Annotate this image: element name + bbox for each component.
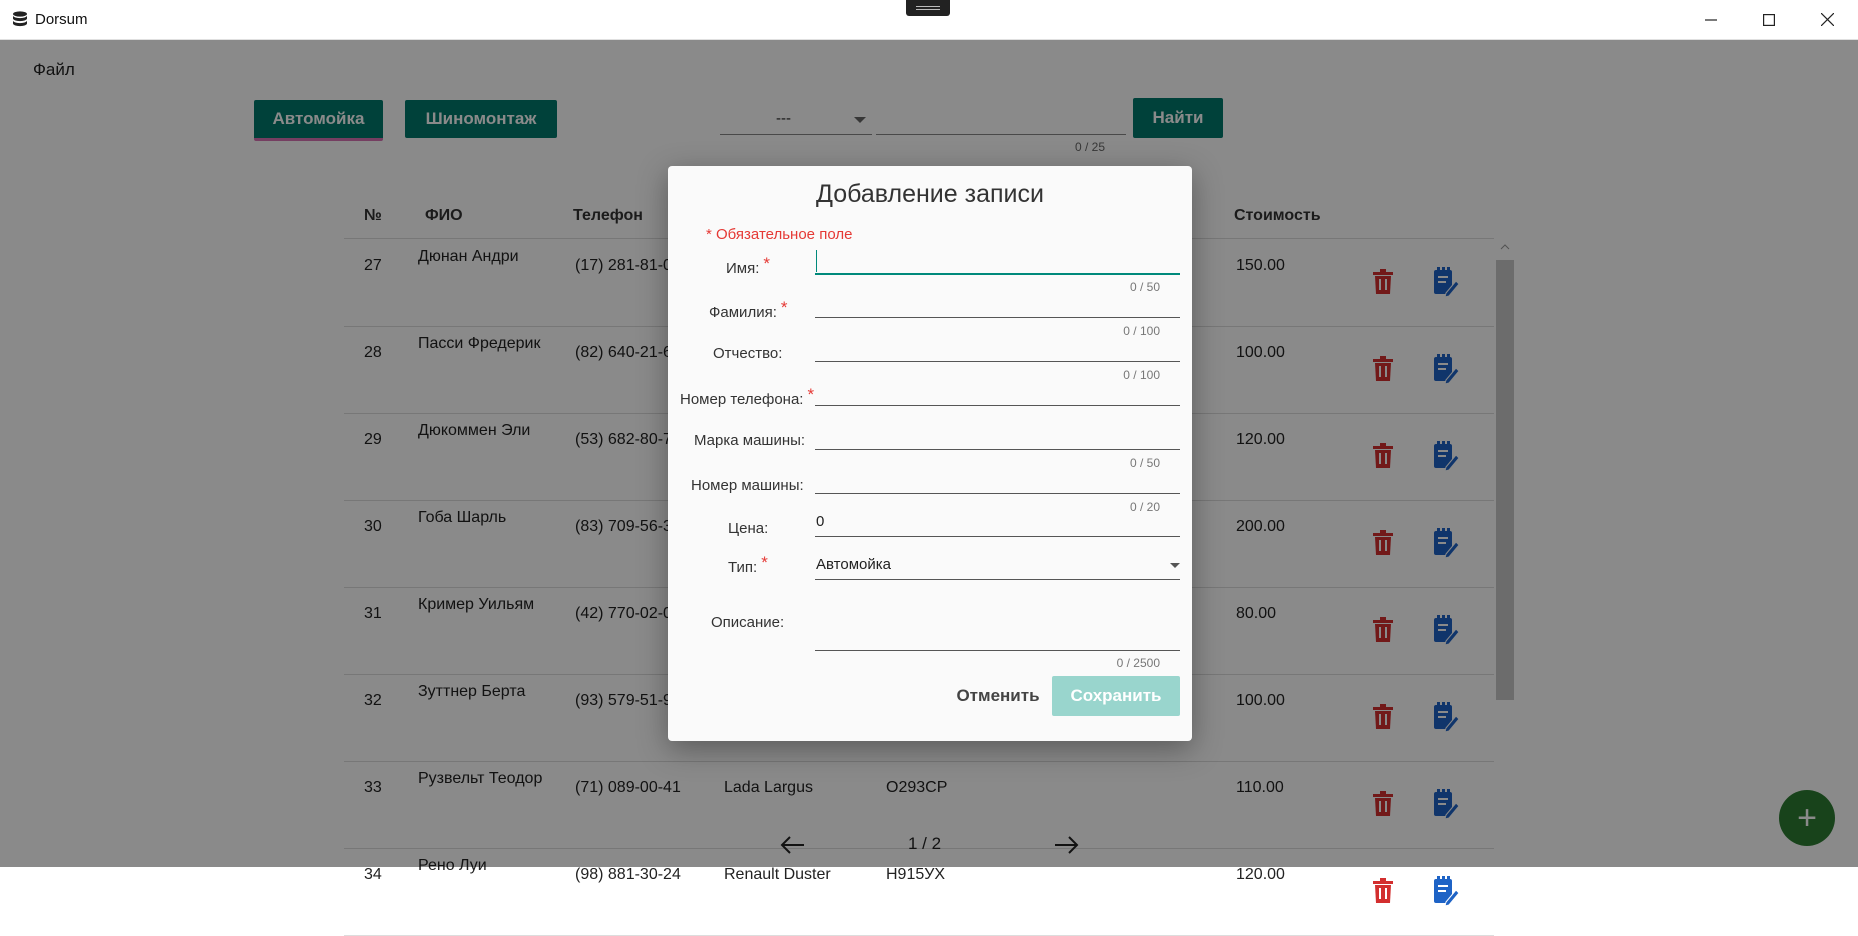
drag-handle[interactable] xyxy=(906,0,950,16)
first-name-underline xyxy=(815,273,1180,275)
first-name-label: Имя: * xyxy=(726,254,771,277)
trash-icon[interactable] xyxy=(1372,878,1394,909)
type-label: Тип: * xyxy=(728,553,768,576)
patronymic-counter: 0 / 100 xyxy=(1123,368,1160,382)
add-record-dialog: Добавление записи * Обязательное поле Им… xyxy=(668,166,1192,741)
dialog-title: Добавление записи xyxy=(816,180,1044,208)
window-title: Dorsum xyxy=(35,11,88,28)
car-number-counter: 0 / 20 xyxy=(1129,500,1160,514)
type-underline xyxy=(815,579,1180,580)
patronymic-label: Отчество: xyxy=(713,345,783,362)
close-icon xyxy=(1820,13,1834,26)
car-brand-label: Марка машины: xyxy=(694,432,806,449)
car-brand-underline xyxy=(815,449,1180,450)
row-num: 34 xyxy=(364,866,382,883)
description-underline xyxy=(815,650,1180,651)
save-button[interactable]: Сохранить xyxy=(1052,676,1180,716)
minimize-icon xyxy=(1705,18,1717,21)
price-label: Цена: xyxy=(728,520,769,537)
maximize-icon xyxy=(1763,13,1775,26)
last-name-label: Фамилия: * xyxy=(709,298,788,321)
cancel-button[interactable]: Отменить xyxy=(936,676,1060,716)
window-titlebar: Dorsum xyxy=(0,0,1858,40)
car-number-underline xyxy=(815,493,1180,494)
description-label: Описание: xyxy=(711,614,785,631)
price-field[interactable]: 0 xyxy=(816,513,824,530)
phone-label: Номер телефона: * xyxy=(680,385,815,408)
last-name-counter: 0 / 100 xyxy=(1123,324,1160,338)
first-name-counter: 0 / 50 xyxy=(1129,280,1160,294)
minimize-button[interactable] xyxy=(1682,0,1740,39)
patronymic-underline xyxy=(815,361,1180,362)
database-icon xyxy=(13,11,27,27)
required-note: * Обязательное поле xyxy=(706,226,853,243)
description-counter: 0 / 2500 xyxy=(1116,656,1160,670)
last-name-underline xyxy=(815,317,1180,318)
price-underline xyxy=(815,536,1180,537)
text-caret xyxy=(816,250,817,272)
maximize-button[interactable] xyxy=(1740,0,1798,39)
row-phone: (98) 881-30-24 xyxy=(575,866,681,883)
type-select[interactable]: Автомойка xyxy=(816,556,891,573)
edit-note-icon[interactable] xyxy=(1432,876,1460,911)
row-car: Renault Duster xyxy=(724,866,831,883)
row-plate: Н915УХ xyxy=(886,866,946,883)
row-cost: 120.00 xyxy=(1236,866,1285,883)
car-brand-counter: 0 / 50 xyxy=(1129,456,1160,470)
car-number-label: Номер машины: xyxy=(691,477,804,494)
close-button[interactable] xyxy=(1798,0,1856,39)
chevron-down-icon xyxy=(1170,563,1180,568)
phone-underline xyxy=(815,405,1180,406)
